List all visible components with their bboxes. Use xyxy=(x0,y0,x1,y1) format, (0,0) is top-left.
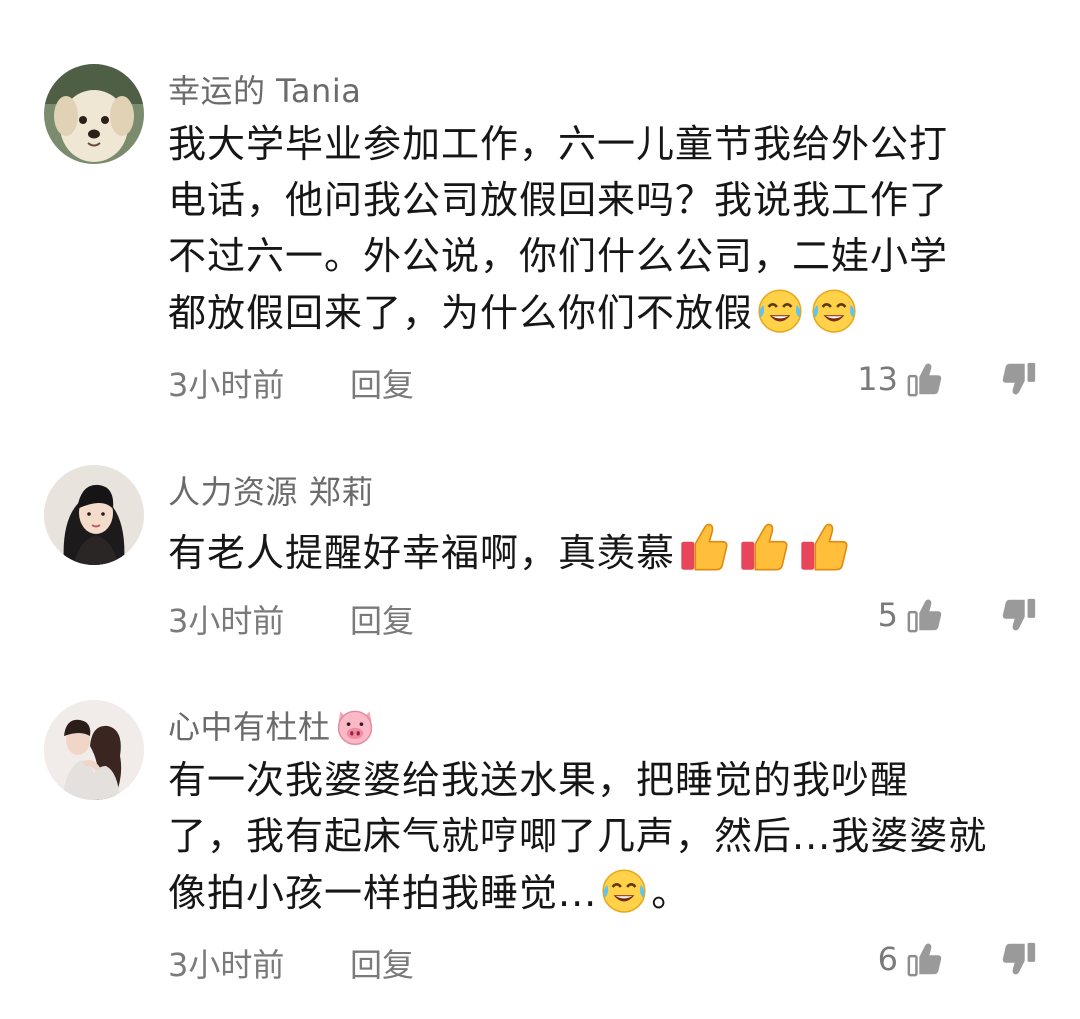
like-count: 13 xyxy=(857,360,898,398)
dislike-button[interactable] xyxy=(1000,940,1038,978)
tears-of-joy-emoji-icon xyxy=(809,284,859,334)
thumbs-down-icon xyxy=(1000,596,1038,634)
like-button[interactable]: 5 xyxy=(878,596,944,634)
avatar[interactable] xyxy=(44,64,144,164)
username[interactable]: 心中有杜杜 xyxy=(168,702,379,748)
comment-line-text: 像拍小孩一样拍我睡觉... xyxy=(168,871,598,915)
thumbs-up-emoji-icon xyxy=(737,518,793,574)
thumbs-up-emoji-icon xyxy=(677,518,733,574)
comment-line-text: 。 xyxy=(651,871,691,915)
comment-list: 幸运的 Tania 我大学毕业参加工作，六一儿童节我给外公打 电话，他问我公司放… xyxy=(0,0,1080,1019)
comment-meta: 3小时前 回复 5 xyxy=(168,596,1038,640)
thumbs-up-icon xyxy=(906,360,944,398)
comment-line-text: 都放假回来了，为什么你们不放假 xyxy=(168,291,754,335)
couple-portrait-avatar-icon xyxy=(44,700,144,800)
username[interactable]: 人力资源 郑莉 xyxy=(168,467,374,513)
comment-line: 不过六一。外公说，你们什么公司，二娃小学 xyxy=(168,234,949,278)
like-count: 6 xyxy=(877,940,898,978)
thumbs-down-icon xyxy=(1000,360,1038,398)
timestamp: 3小时前 xyxy=(168,366,285,404)
comment-line: 都放假回来了，为什么你们不放假 xyxy=(168,284,1048,341)
reply-button[interactable]: 回复 xyxy=(350,596,414,642)
comment-line-text: 有老人提醒好幸福啊，真羡慕 xyxy=(168,531,676,575)
timestamp: 3小时前 xyxy=(168,946,285,984)
timestamp: 3小时前 xyxy=(168,602,285,640)
thumbs-up-emoji-icon xyxy=(797,518,853,574)
thumbs-up-icon xyxy=(906,596,944,634)
like-button[interactable]: 6 xyxy=(878,940,944,978)
avatar[interactable] xyxy=(44,700,144,800)
dislike-button[interactable] xyxy=(1000,596,1038,634)
comment-line: 我大学毕业参加工作，六一儿童节我给外公打 xyxy=(168,122,949,166)
comment-line: 有一次我婆婆给我送水果，把睡觉的我吵醒 xyxy=(168,758,910,802)
thumbs-up-icon xyxy=(906,940,944,978)
comment-line: 像拍小孩一样拍我睡觉... 。 xyxy=(168,864,1048,921)
pig-face-emoji-icon xyxy=(333,704,377,748)
tears-of-joy-emoji-icon xyxy=(755,284,805,334)
avatar[interactable] xyxy=(44,465,144,565)
comment-text: 有一次我婆婆给我送水果，把睡觉的我吵醒 了，我有起床气就哼唧了几声，然后...我… xyxy=(168,752,1048,921)
dislike-button[interactable] xyxy=(1000,360,1038,398)
woman-portrait-avatar-icon xyxy=(44,465,144,565)
reply-button[interactable]: 回复 xyxy=(350,360,414,406)
comment-line: 有老人提醒好幸福啊，真羡慕 xyxy=(168,518,1048,581)
comment-text: 有老人提醒好幸福啊，真羡慕 xyxy=(168,518,1048,581)
username-text: 心中有杜杜 xyxy=(168,708,331,746)
tears-of-joy-emoji-icon xyxy=(599,864,649,914)
comment-meta: 3小时前 回复 13 xyxy=(168,360,1038,404)
comment-line: 了，我有起床气就哼唧了几声，然后...我婆婆就 xyxy=(168,814,988,858)
puppy-avatar-icon xyxy=(44,64,144,164)
username[interactable]: 幸运的 Tania xyxy=(168,66,361,112)
like-button[interactable]: 13 xyxy=(857,360,944,398)
comment-line: 电话，他问我公司放假回来吗？我说我工作了 xyxy=(168,178,949,222)
reply-button[interactable]: 回复 xyxy=(350,940,414,986)
like-count: 5 xyxy=(877,596,898,634)
comment-meta: 3小时前 回复 6 xyxy=(168,940,1038,984)
comment-text: 我大学毕业参加工作，六一儿童节我给外公打 电话，他问我公司放假回来吗？我说我工作… xyxy=(168,116,1048,341)
thumbs-down-icon xyxy=(1000,940,1038,978)
